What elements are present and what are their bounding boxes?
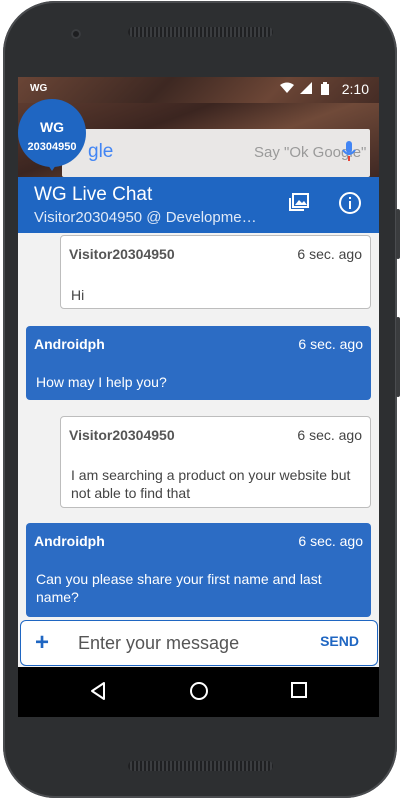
message-input[interactable] [76,629,290,657]
screen: WG 2:10 gle Say "Ok Google" WG Live Chat… [18,77,379,717]
message-text: Can you please share your first name and… [36,571,322,605]
message-text: How may I help you? [36,374,167,390]
front-camera [71,29,81,39]
volume-button [396,209,400,259]
chat-subtitle: Visitor20304950 @ Developme… [34,209,257,226]
send-button[interactable]: SEND [320,633,359,649]
message-time: 6 sec. ago [298,336,363,352]
mic-icon[interactable] [342,141,356,161]
message-sender: Androidph [34,533,105,549]
gallery-icon[interactable] [288,191,312,215]
message-text: Hi [71,287,85,303]
signal-icon [300,82,312,97]
badge-logo: WG [39,119,65,135]
message-bubble-agent: Androidph 6 sec. ago How may I help you? [26,326,371,400]
message-sender: Visitor20304950 [69,246,175,262]
chat-title: WG Live Chat [34,184,153,205]
bottom-speaker [128,761,273,771]
message-time: 6 sec. ago [298,533,363,549]
battery-icon [321,82,329,98]
status-time: 2:10 [341,81,369,97]
attach-button[interactable]: + [35,629,49,657]
message-bubble-visitor: Visitor20304950 6 sec. ago I am searchin… [60,416,371,508]
wifi-icon [280,82,294,97]
back-icon[interactable] [88,681,108,706]
message-sender: Androidph [34,336,105,352]
chat-head-badge[interactable]: WG 20304950 [18,99,86,179]
google-search-widget[interactable]: gle Say "Ok Google" [62,129,370,177]
message-bubble-agent: Androidph 6 sec. ago Can you please shar… [26,523,371,617]
message-text: I am searching a product on your website… [71,467,351,501]
power-button [396,317,400,397]
badge-pointer [44,159,60,171]
message-list[interactable]: Visitor20304950 6 sec. ago Hi Androidph … [18,233,379,619]
chat-header: WG Live Chat Visitor20304950 @ Developme… [18,177,379,233]
info-icon[interactable] [338,191,362,215]
recents-icon[interactable] [290,681,308,704]
navigation-bar [18,667,379,717]
app-status-icon: WG [30,83,48,94]
google-logo: gle [88,141,114,162]
top-speaker [128,27,273,37]
message-sender: Visitor20304950 [69,427,175,443]
message-time: 6 sec. ago [297,246,362,262]
message-bubble-visitor: Visitor20304950 6 sec. ago Hi [60,235,371,309]
message-composer: + SEND [20,620,378,666]
message-time: 6 sec. ago [297,427,362,443]
badge-visitor-number: 20304950 [27,141,77,153]
home-icon[interactable] [189,681,209,706]
